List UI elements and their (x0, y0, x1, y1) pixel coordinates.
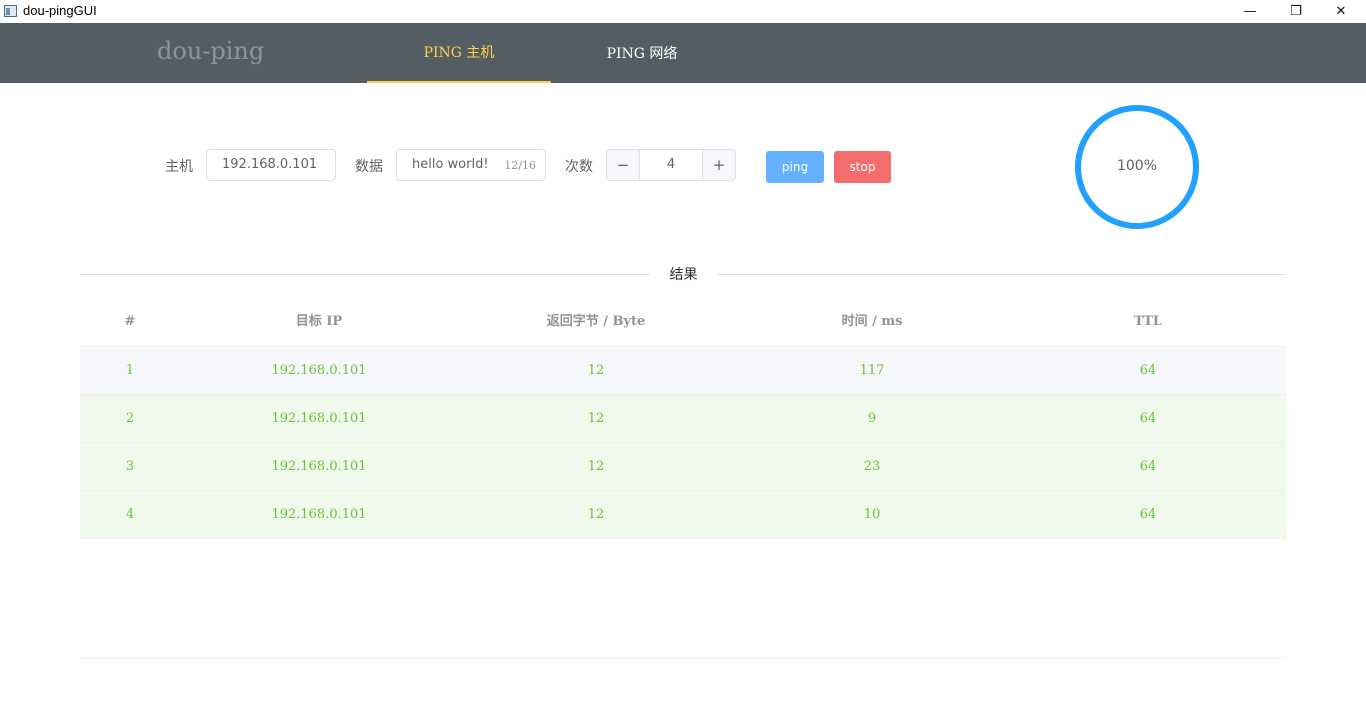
host-input[interactable]: 192.168.0.101 (206, 149, 336, 181)
cell-time: 23 (863, 459, 881, 474)
data-char-count: 12/16 (504, 159, 536, 172)
divider-line-right (717, 274, 1286, 275)
table-row: 4 192.168.0.101 12 10 64 (80, 490, 1286, 538)
times-stepper: − 4 + (606, 149, 736, 181)
increase-button[interactable]: + (702, 150, 735, 180)
cell-target-ip: 192.168.0.101 (271, 411, 367, 426)
cell-target-ip: 192.168.0.101 (271, 459, 367, 474)
decrease-button[interactable]: − (607, 150, 640, 180)
tab-ping-network[interactable]: PING 网络 (551, 23, 733, 83)
table-row: 2 192.168.0.101 12 9 64 (80, 394, 1286, 442)
table-row: 1 192.168.0.101 12 117 64 (80, 346, 1286, 394)
data-label: 数据 (355, 159, 383, 175)
cell-time: 9 (867, 411, 877, 426)
table-header: # 目标 IP 返回字节 / Byte 时间 / ms TTL (80, 298, 1286, 346)
host-input-value: 192.168.0.101 (222, 157, 318, 172)
times-label: 次数 (565, 159, 593, 175)
progress-text: 100% (1116, 158, 1158, 174)
results-divider-label: 结果 (669, 267, 698, 283)
cell-target-ip: 192.168.0.101 (271, 363, 367, 378)
window-title: dou-pingGUI (23, 3, 97, 18)
column-header-bytes: 返回字节 / Byte (546, 314, 646, 329)
data-input-value: hello world! (412, 157, 489, 172)
divider-line-left (80, 274, 650, 275)
cell-ttl: 64 (1139, 507, 1157, 522)
cell-index: 4 (125, 507, 135, 522)
app-icon (4, 5, 17, 17)
cell-time: 10 (863, 507, 881, 522)
cell-ttl: 64 (1139, 459, 1157, 474)
column-header-index: # (124, 314, 136, 329)
column-header-time: 时间 / ms (841, 314, 903, 329)
tab-ping-host[interactable]: PING 主机 (367, 23, 551, 83)
ping-button[interactable]: ping (766, 151, 824, 183)
results-table: # 目标 IP 返回字节 / Byte 时间 / ms TTL 1 192.16… (80, 298, 1286, 538)
column-header-target-ip: 目标 IP (295, 314, 343, 329)
maximize-button[interactable]: ❐ (1273, 0, 1319, 23)
stop-button[interactable]: stop (834, 151, 891, 183)
cell-bytes: 12 (587, 411, 605, 426)
cell-bytes: 12 (587, 363, 605, 378)
nav-bar: dou-ping PING 主机 PING 网络 (0, 23, 1366, 83)
close-button[interactable]: ✕ (1318, 0, 1364, 23)
cell-target-ip: 192.168.0.101 (271, 507, 367, 522)
times-input[interactable]: 4 (639, 157, 703, 172)
data-input[interactable]: hello world! 12/16 (396, 149, 546, 181)
minimize-button[interactable]: — (1227, 0, 1273, 23)
cell-index: 2 (125, 411, 135, 426)
cell-time: 117 (859, 363, 885, 378)
cell-ttl: 64 (1139, 411, 1157, 426)
cell-index: 3 (125, 459, 135, 474)
cell-index: 1 (125, 363, 135, 378)
host-label: 主机 (165, 159, 193, 175)
footer-divider (80, 658, 1286, 659)
table-bottom-border (80, 538, 1286, 539)
column-header-ttl: TTL (1133, 314, 1163, 329)
window-titlebar: dou-pingGUI — ❐ ✕ (0, 0, 1366, 23)
brand-logo: dou-ping (157, 37, 265, 65)
cell-ttl: 64 (1139, 363, 1157, 378)
table-row: 3 192.168.0.101 12 23 64 (80, 442, 1286, 490)
cell-bytes: 12 (587, 507, 605, 522)
cell-bytes: 12 (587, 459, 605, 474)
